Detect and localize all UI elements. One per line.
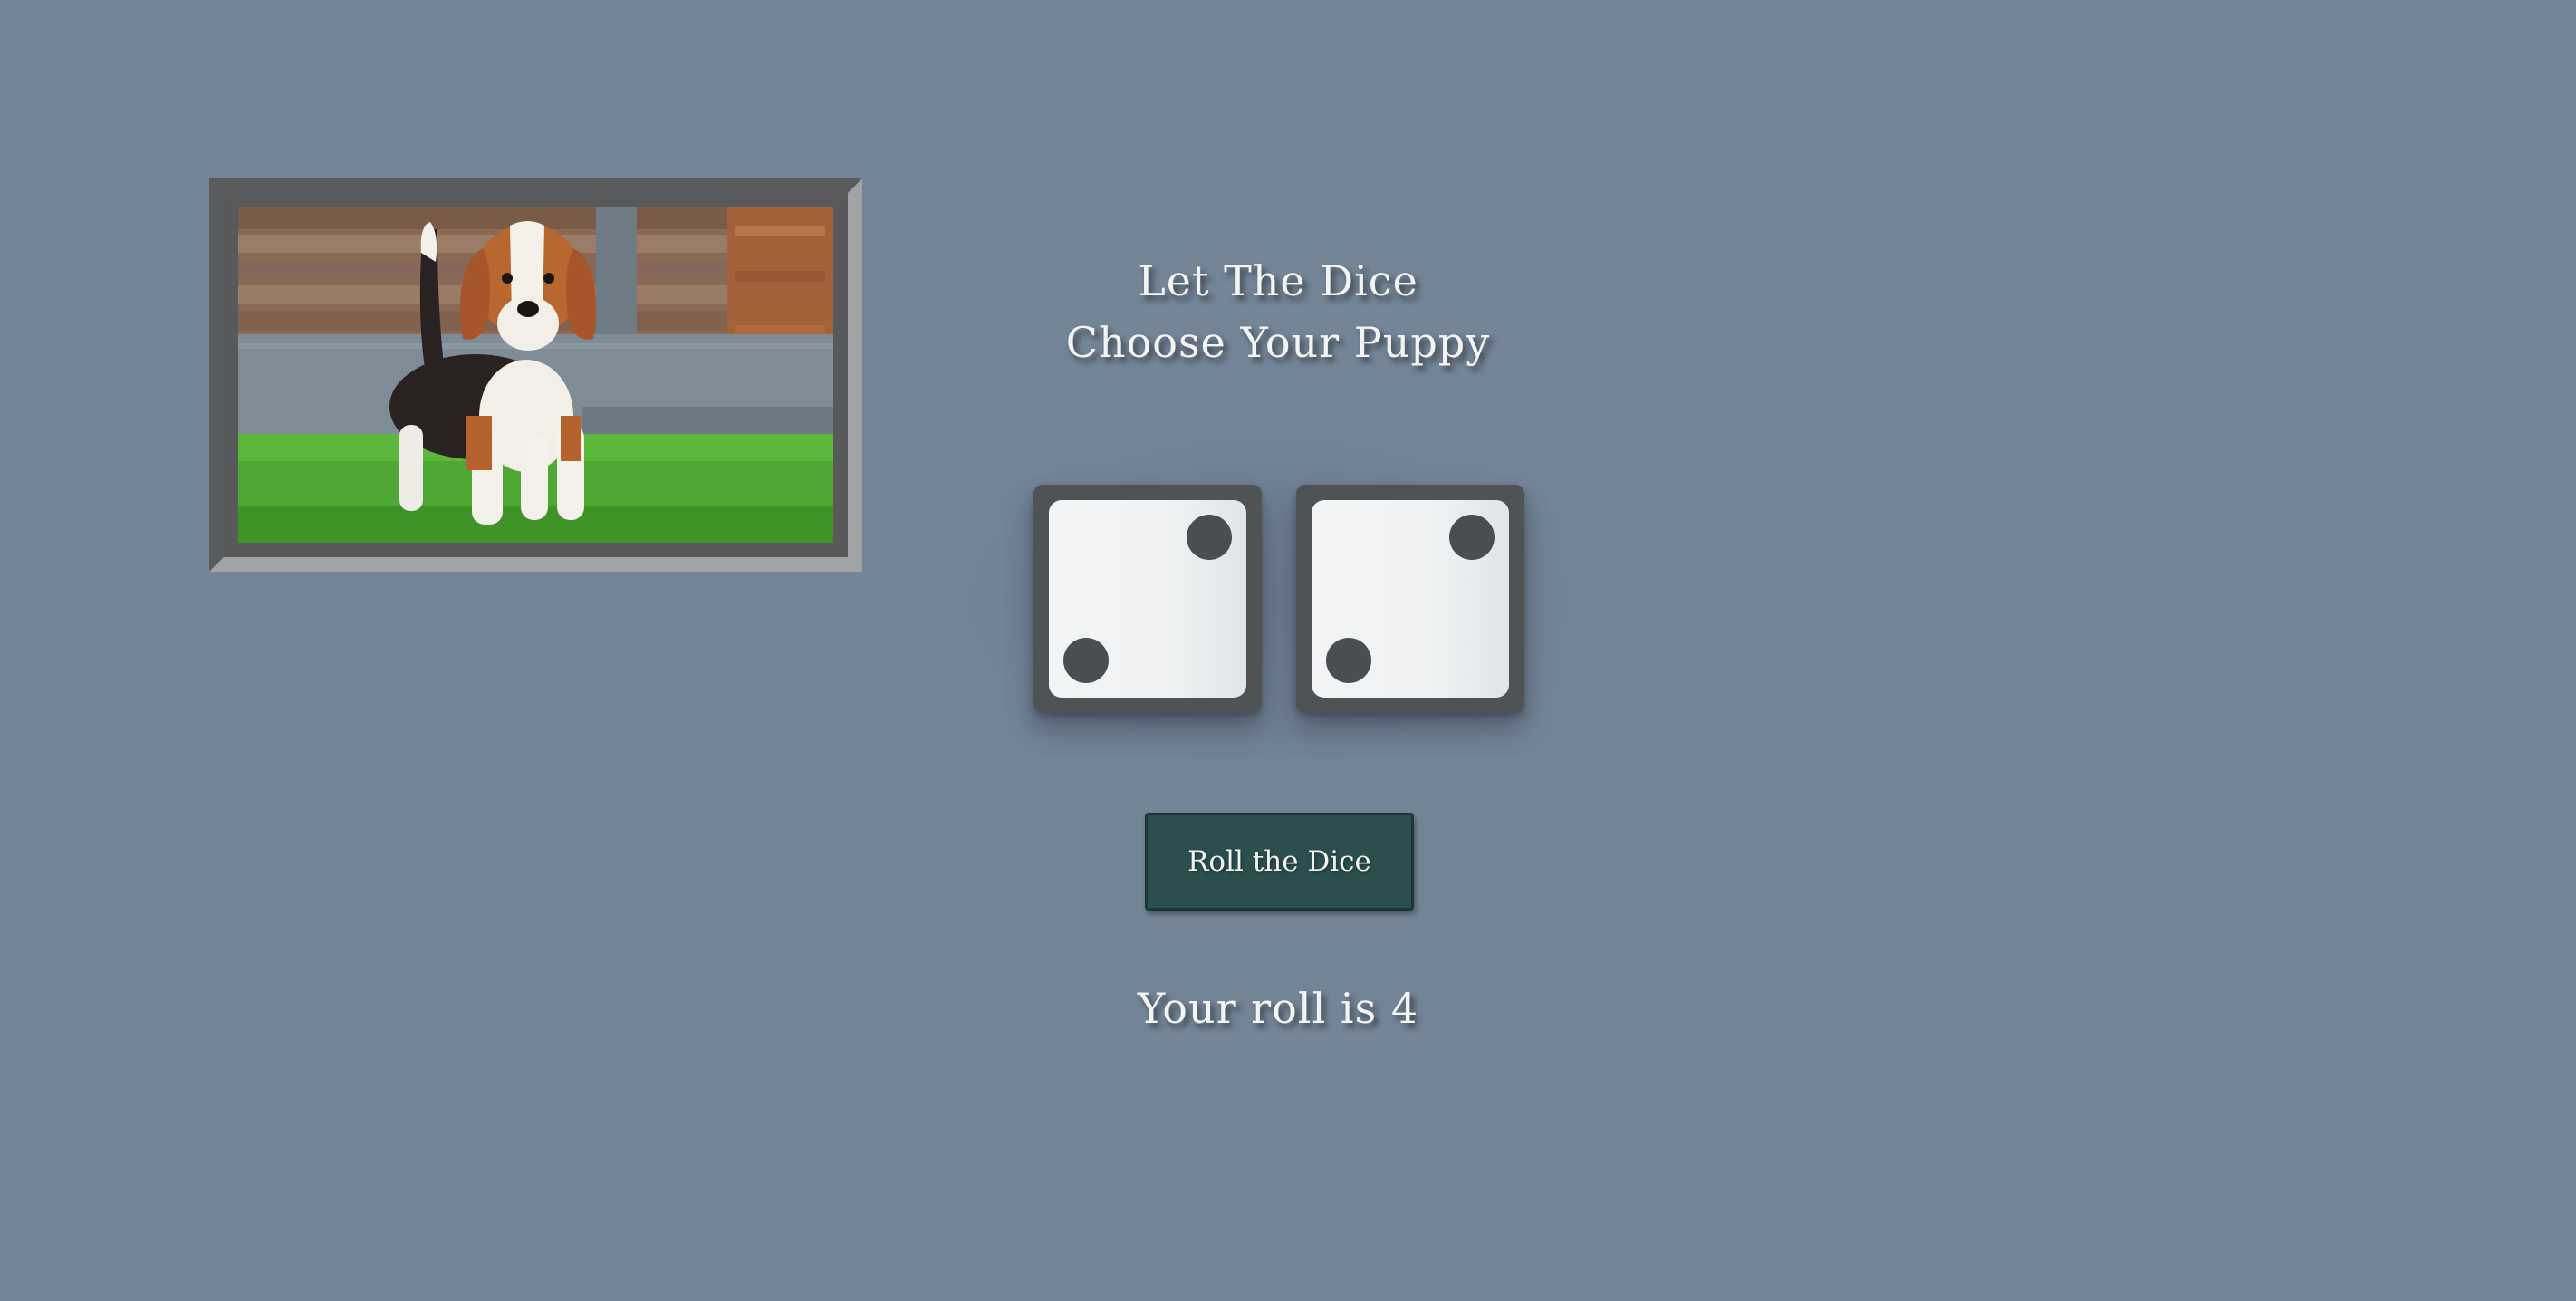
puppy-picture-frame	[209, 178, 862, 572]
die-pip	[1326, 638, 1371, 683]
puppy-photo	[238, 207, 833, 543]
die-pip	[1449, 515, 1495, 560]
roll-dice-button[interactable]: Roll the Dice	[1145, 813, 1414, 911]
die-face	[1049, 500, 1246, 698]
die-right	[1296, 485, 1524, 713]
beagle-puppy-image	[238, 207, 833, 543]
title-line-2: Choose Your Puppy	[1065, 318, 1491, 367]
page-title: Let The Dice Choose Your Puppy	[906, 250, 1650, 373]
die-face	[1312, 500, 1509, 698]
die-pip	[1187, 515, 1232, 560]
die-left	[1033, 485, 1262, 713]
roll-result-text: Your roll is 4	[1137, 984, 1419, 1033]
title-line-1: Let The Dice	[1138, 256, 1418, 305]
die-pip	[1063, 638, 1109, 683]
